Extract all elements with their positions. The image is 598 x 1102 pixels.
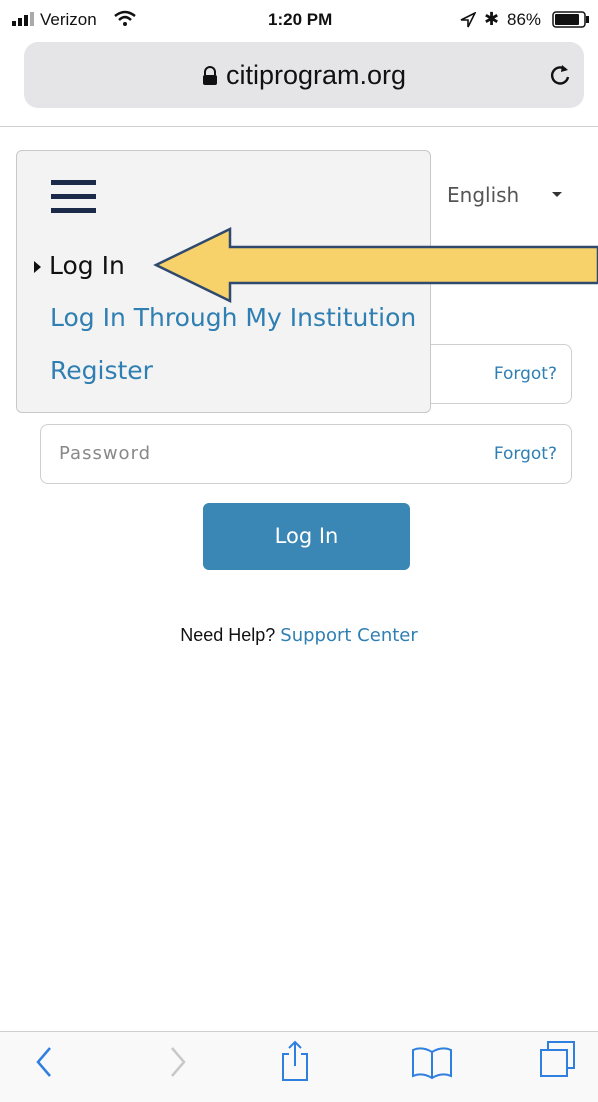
- address-bar[interactable]: citiprogram.org: [24, 42, 584, 108]
- caret-right-icon: [34, 261, 41, 273]
- support-center-link[interactable]: Support Center: [280, 625, 417, 646]
- bookmarks-icon[interactable]: [410, 1044, 454, 1080]
- tabs-icon[interactable]: [538, 1040, 578, 1080]
- menu-item-register[interactable]: Register: [50, 356, 153, 385]
- reload-icon[interactable]: [548, 62, 572, 88]
- back-icon[interactable]: [34, 1044, 54, 1080]
- share-icon[interactable]: [280, 1040, 310, 1082]
- forgot-username-link[interactable]: Forgot?: [494, 364, 557, 384]
- battery-icon: [552, 11, 589, 28]
- help-prefix: Need Help?: [180, 625, 276, 645]
- forward-icon[interactable]: [168, 1044, 188, 1080]
- chevron-down-icon[interactable]: [552, 192, 562, 197]
- forgot-password-link[interactable]: Forgot?: [494, 444, 557, 464]
- carrier-label: Verizon: [40, 10, 97, 29]
- menu-item-institution-login[interactable]: Log In Through My Institution: [50, 303, 416, 332]
- language-select[interactable]: English: [447, 183, 519, 207]
- status-bar: Verizon 1:20 PM ✱ 86%: [0, 0, 598, 38]
- bluetooth-icon: ✱: [484, 9, 500, 29]
- password-field[interactable]: Password Forgot?: [40, 424, 572, 484]
- wifi-icon: [114, 10, 136, 26]
- signal-icon: [12, 12, 34, 26]
- battery-percent: 86%: [507, 10, 542, 29]
- browser-toolbar: [0, 1031, 598, 1102]
- location-icon: [460, 12, 476, 28]
- password-placeholder: Password: [59, 443, 152, 464]
- help-line: Need Help? Support Center: [0, 625, 598, 646]
- annotation-arrow: [153, 227, 598, 303]
- status-time: 1:20 PM: [268, 10, 333, 29]
- domain-text: citiprogram.org: [225, 60, 407, 90]
- address-text-wrap: citiprogram.org: [24, 60, 584, 91]
- header-divider: [0, 126, 598, 127]
- login-button[interactable]: Log In: [203, 503, 410, 570]
- lock-icon: [202, 66, 217, 85]
- menu-item-login[interactable]: Log In: [49, 251, 125, 280]
